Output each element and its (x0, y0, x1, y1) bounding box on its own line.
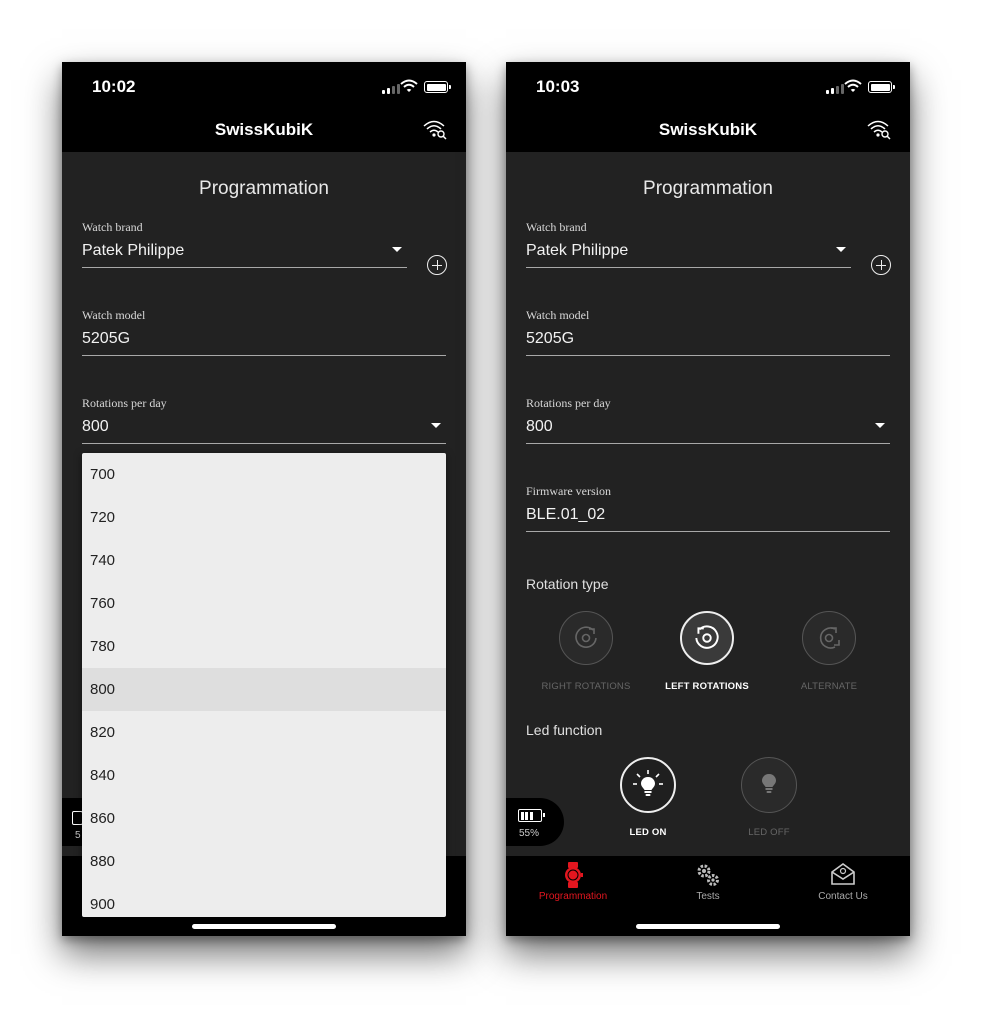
divider (82, 443, 446, 444)
dropdown-option[interactable]: 740 (82, 539, 446, 582)
nav-label: Programmation (538, 891, 608, 902)
divider (526, 531, 890, 532)
gears-icon (697, 864, 719, 886)
watch-model-label: Watch model (82, 308, 146, 322)
top-bar: 10:03 SwissKubiK (506, 62, 910, 152)
divider (526, 267, 851, 268)
dropdown-option-selected[interactable]: 800 (82, 668, 446, 711)
section-title: Programmation (199, 178, 329, 199)
divider (82, 355, 446, 356)
rotations-label: Rotations per day (526, 396, 611, 410)
divider (82, 267, 407, 268)
dropdown-option[interactable]: 720 (82, 496, 446, 539)
rotations-select[interactable]: 800 (526, 418, 553, 436)
battery-icon (868, 81, 895, 93)
dropdown-option[interactable]: 840 (82, 754, 446, 797)
phone-screen-1: 10:02 SwissKubiK Programmation Watch bra… (62, 62, 466, 936)
watch-icon (565, 862, 583, 888)
led-off-label: LED OFF (748, 827, 790, 838)
chevron-down-icon[interactable] (875, 423, 885, 428)
battery-level: 5 (75, 830, 81, 841)
chevron-down-icon[interactable] (836, 247, 846, 252)
led-off-button[interactable] (741, 757, 797, 813)
wifi-icon (400, 79, 418, 92)
battery-icon (518, 809, 545, 822)
chevron-down-icon[interactable] (431, 423, 441, 428)
chevron-down-icon[interactable] (392, 247, 402, 252)
firmware-label: Firmware version (526, 484, 611, 498)
bulb-off-icon (762, 774, 776, 793)
home-indicator[interactable] (192, 924, 336, 929)
rotations-select[interactable]: 800 (82, 418, 109, 436)
nav-label: Contact Us (818, 891, 868, 902)
dropdown-option[interactable]: 820 (82, 711, 446, 754)
rotation-type-heading: Rotation type (526, 576, 609, 592)
bluetooth-scan-icon[interactable] (422, 118, 448, 140)
watch-brand-label: Watch brand (82, 220, 143, 234)
dropdown-option[interactable]: 860 (82, 797, 446, 840)
signal-icon (826, 84, 844, 94)
left-rotations-label: LEFT ROTATIONS (665, 681, 749, 692)
divider (526, 355, 890, 356)
led-on-button[interactable] (620, 757, 676, 813)
alternate-label: ALTERNATE (800, 681, 858, 692)
rotations-label: Rotations per day (82, 396, 167, 410)
led-on-label: LED ON (629, 827, 667, 838)
rotations-dropdown-list: 700 720 740 760 780 800 820 840 860 880 … (82, 453, 446, 917)
watch-brand-label: Watch brand (526, 220, 587, 234)
dropdown-option[interactable]: 700 (82, 453, 446, 496)
dropdown-option[interactable]: 780 (82, 625, 446, 668)
watch-brand-select[interactable]: Patek Philippe (526, 242, 628, 260)
nav-item-programmation[interactable]: Programmation (506, 856, 640, 916)
signal-icon (382, 84, 400, 94)
nav-item-contact-us[interactable]: Contact Us (776, 856, 910, 916)
app-title: SwissKubiK (214, 120, 314, 139)
bulb-on-icon (633, 770, 663, 796)
divider (526, 443, 890, 444)
top-bar: 10:02 SwissKubiK (62, 62, 466, 152)
section-title: Programmation (643, 178, 773, 199)
wifi-icon (844, 79, 862, 92)
firmware-field: BLE.01_02 (526, 506, 606, 523)
battery-indicator: 55% (506, 798, 564, 846)
battery-icon (424, 81, 451, 93)
alternate-rotations-button[interactable] (802, 611, 856, 665)
app-title: SwissKubiK (658, 120, 758, 139)
bluetooth-scan-icon[interactable] (866, 118, 892, 140)
rotate-right-icon (575, 626, 597, 648)
watch-model-label: Watch model (526, 308, 590, 322)
add-brand-button[interactable] (427, 255, 447, 275)
nav-item-tests[interactable]: Tests (641, 856, 775, 916)
nav-label: Tests (696, 891, 720, 902)
add-brand-button[interactable] (871, 255, 891, 275)
battery-level: 55% (519, 828, 540, 839)
dropdown-option[interactable]: 760 (82, 582, 446, 625)
left-rotations-button[interactable] (680, 611, 734, 665)
home-indicator[interactable] (636, 924, 780, 929)
status-time: 10:02 (92, 77, 136, 96)
dropdown-option[interactable]: 900 (82, 883, 446, 926)
mail-icon (831, 863, 855, 885)
watch-model-field[interactable]: 5205G (526, 330, 574, 348)
rotate-left-icon (695, 625, 719, 649)
right-rotations-label: RIGHT ROTATIONS (541, 681, 631, 692)
dropdown-option[interactable]: 880 (82, 840, 446, 883)
phone-screen-2: 10:03 SwissKubiK Programmation Watch bra… (506, 62, 910, 936)
watch-model-field[interactable]: 5205G (82, 330, 130, 348)
watch-brand-select[interactable]: Patek Philippe (82, 242, 184, 260)
led-function-heading: Led function (526, 722, 603, 738)
right-rotations-button[interactable] (559, 611, 613, 665)
status-time: 10:03 (536, 77, 580, 96)
rotate-alternate-icon (819, 627, 840, 649)
